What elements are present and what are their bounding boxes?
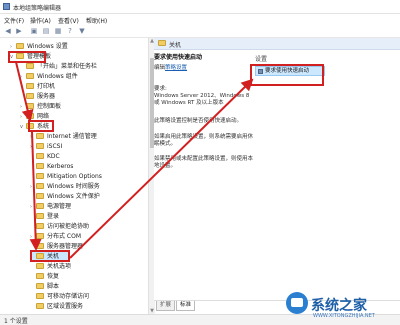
help-icon[interactable]: ?: [66, 27, 74, 35]
tree-node-mitigation[interactable]: Mitigation Options: [30, 172, 102, 181]
tree-node-removable-storage[interactable]: 可移动存储访问: [30, 292, 89, 301]
menu-help[interactable]: 帮助(H): [86, 16, 107, 25]
tree-node-dcom[interactable]: › 分布式 COM: [30, 232, 81, 241]
description-p2: 如果启用此策略设置，则系统需要启用休眠模式。: [154, 134, 254, 147]
tree-node-file-protection[interactable]: Windows 文件保护: [30, 192, 100, 201]
folder-icon: [36, 273, 44, 279]
tree-node-shutdown-options[interactable]: 关机选项: [30, 262, 71, 271]
menu-bar: 文件(F) 操作(A) 查看(V) 帮助(H): [0, 14, 400, 25]
annotation-box-admin-templates: [8, 51, 46, 63]
tree-node-start-menu[interactable]: 「开始」菜单和任务栏: [20, 62, 97, 71]
folder-icon: [36, 143, 44, 149]
toolbar: ◀ ▶ ▣ ▤ ▦ ? ▼: [0, 25, 400, 38]
back-icon[interactable]: ◀: [4, 27, 12, 35]
window-title: 本地组策略编辑器: [13, 5, 62, 12]
folder-icon: [36, 173, 44, 179]
tree-node-control-panel[interactable]: › 控制面板: [20, 102, 61, 111]
tree-node-logon[interactable]: 登录: [30, 212, 59, 221]
menu-file[interactable]: 文件(F): [4, 16, 24, 25]
folder-icon: [36, 283, 44, 289]
folder-icon: [36, 303, 44, 309]
tree-node-locale-services[interactable]: 区域设置服务: [30, 302, 83, 311]
annotation-box-system: [28, 120, 54, 132]
details-header-title: 关机: [169, 42, 182, 49]
folder-icon: [36, 293, 44, 299]
policy-title: 要求使用快速启动: [154, 54, 203, 61]
settings-list: 设置 要求使用快速启动: [253, 50, 400, 300]
folder-icon: [36, 223, 44, 229]
folder-icon: [16, 43, 24, 49]
title-bar: 本地组策略编辑器: [0, 0, 400, 14]
folder-icon: [36, 263, 44, 269]
requirements-text: Windows Server 2012、Windows 8 或 Windows …: [154, 93, 250, 106]
navigation-tree[interactable]: › Windows 设置 v 管理模板 「开始」菜单和任务栏 › Windows 组件…: [0, 38, 149, 314]
tree-node-internet-comm[interactable]: › Internet 通信管理: [30, 132, 97, 141]
requirements-label: 要求:: [154, 86, 167, 92]
tree-node-windows-components[interactable]: › Windows 组件: [20, 72, 78, 81]
properties-icon[interactable]: ▦: [54, 27, 62, 35]
edit-policy-link[interactable]: 策略设置: [165, 65, 187, 71]
tree-node-kdc[interactable]: KDC: [30, 152, 60, 161]
folder-icon: [26, 113, 34, 119]
tree-node-windows-settings[interactable]: › Windows 设置: [10, 42, 68, 51]
folder-icon: [26, 63, 34, 69]
folder-icon: [36, 163, 44, 169]
description-p1: 此策略设置控制是否使用快速启动。: [154, 118, 243, 124]
folder-icon: [26, 103, 34, 109]
forward-icon[interactable]: ▶: [15, 27, 23, 35]
folder-icon: [36, 203, 44, 209]
annotation-box-shutdown: [30, 250, 70, 262]
annotation-box-setting: [250, 64, 324, 86]
tab-standard[interactable]: 标准: [176, 301, 196, 311]
tree-node-access-denied[interactable]: 访问被拒绝协助: [30, 222, 89, 231]
folder-icon: [36, 193, 44, 199]
filter-icon[interactable]: ▼: [78, 27, 86, 35]
edit-policy-line: 编辑策略设置: [154, 65, 188, 71]
show-tree-icon[interactable]: ▤: [42, 27, 50, 35]
menu-action[interactable]: 操作(A): [30, 16, 51, 25]
folder-icon: [26, 73, 34, 79]
description-p3: 如果禁用或未配置此策略设置，则使用本地设置。: [154, 156, 254, 169]
folder-icon: [36, 153, 44, 159]
tree-node-kerberos[interactable]: Kerberos: [30, 162, 73, 171]
folder-icon: [26, 93, 34, 99]
tab-extended[interactable]: 扩展: [156, 301, 176, 311]
tree-node-power[interactable]: › 电源管理: [30, 202, 71, 211]
watermark-url: WWW.XITONGZHIJIA.NET: [313, 313, 375, 319]
watermark: 系统之家 WWW.XITONGZHIJIA.NET: [286, 289, 398, 321]
watermark-brand: 系统之家: [311, 298, 367, 314]
tree-node-iscsi[interactable]: › iSCSI: [30, 142, 62, 151]
tree-node-recovery[interactable]: 恢复: [30, 272, 59, 281]
folder-icon: [26, 83, 34, 89]
tree-node-scripts[interactable]: 脚本: [30, 282, 59, 291]
settings-column-header[interactable]: 设置: [255, 54, 267, 63]
description-panel: 要求使用快速启动 编辑策略设置 要求: Windows Server 2012、…: [154, 50, 253, 300]
folder-icon: [36, 243, 44, 249]
tree-node-server[interactable]: 服务器: [20, 92, 55, 101]
folder-icon: [36, 233, 44, 239]
tree-node-time-service[interactable]: › Windows 时间服务: [30, 182, 100, 191]
up-folder-icon[interactable]: ▣: [30, 27, 38, 35]
folder-icon: [36, 133, 44, 139]
folder-icon: [36, 213, 44, 219]
app-icon: [3, 3, 10, 10]
folder-icon: [36, 183, 44, 189]
details-header: 关机: [154, 38, 400, 50]
tree-node-printers[interactable]: 打印机: [20, 82, 55, 91]
watermark-logo-icon: [286, 292, 308, 314]
folder-icon: [158, 40, 166, 46]
menu-view[interactable]: 查看(V): [58, 16, 79, 25]
